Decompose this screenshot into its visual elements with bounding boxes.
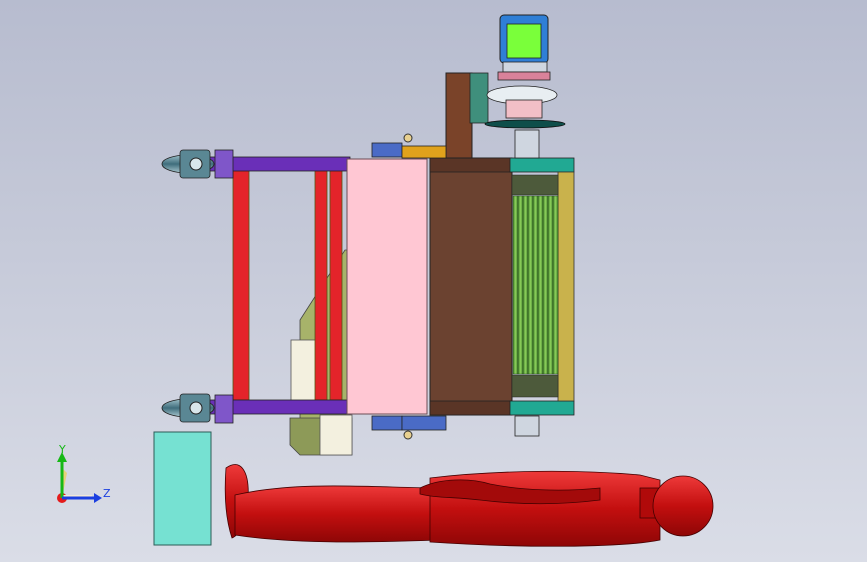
roller-tube xyxy=(532,195,539,375)
caster-bottom[interactable] xyxy=(161,393,215,423)
roller-tube xyxy=(537,195,544,375)
y-axis-label: Y xyxy=(58,443,66,456)
roller-tube xyxy=(512,195,519,375)
bracket-top[interactable] xyxy=(371,133,447,159)
axis-triad: Y Z xyxy=(57,443,111,503)
roller-tube xyxy=(517,195,524,375)
caster-top[interactable] xyxy=(161,149,215,179)
roller-tube xyxy=(527,195,534,375)
roller-tube xyxy=(522,195,529,375)
bracket-bottom[interactable] xyxy=(371,415,447,440)
z-axis-arrow-icon xyxy=(94,493,102,503)
pink-panel[interactable] xyxy=(346,158,428,415)
cyan-box[interactable] xyxy=(153,431,212,546)
z-axis-label: Z xyxy=(103,487,111,500)
roller-tube xyxy=(552,195,559,375)
roller-bank[interactable] xyxy=(511,171,575,402)
roller-tube xyxy=(547,195,554,375)
roller-tube xyxy=(542,195,549,375)
cad-viewport[interactable]: Y Z xyxy=(0,0,867,562)
cad-scene[interactable]: Y Z xyxy=(0,0,867,562)
mannequin[interactable] xyxy=(224,464,714,547)
